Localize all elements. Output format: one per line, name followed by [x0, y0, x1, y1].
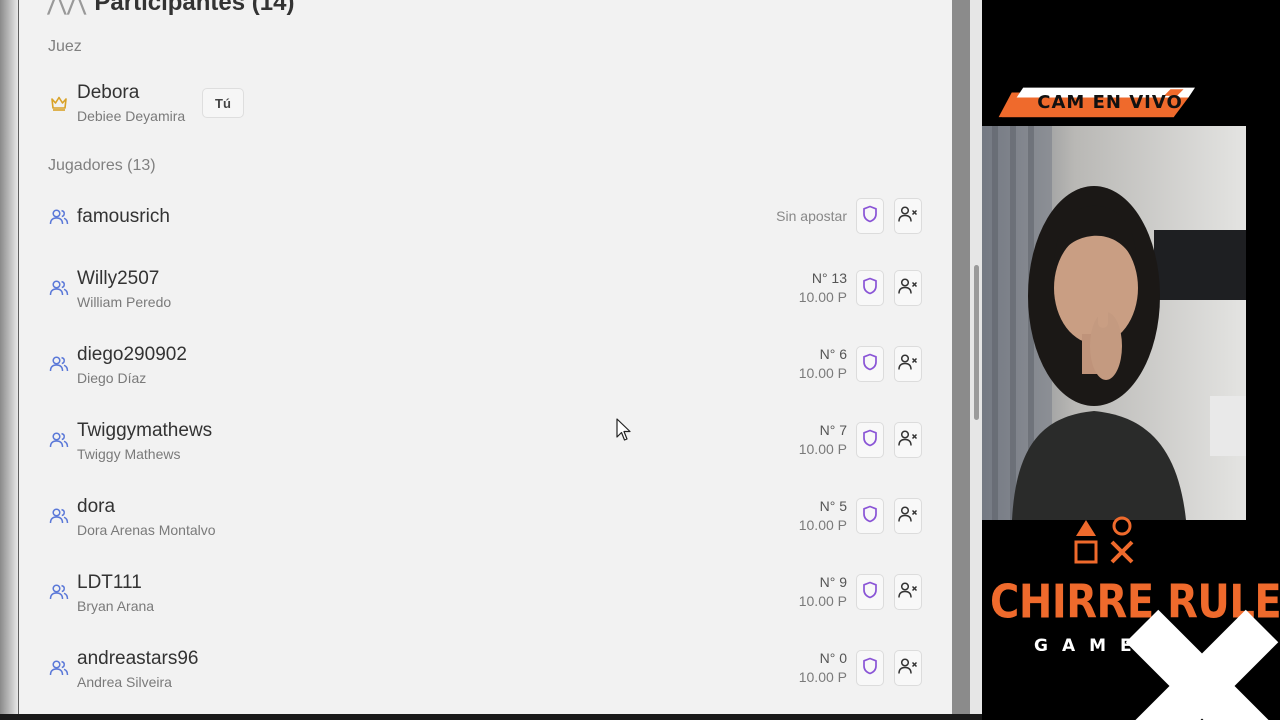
bet-number: N° 13 — [811, 270, 847, 286]
player-fullname: Andrea Silveira — [77, 674, 172, 690]
participants-icon: ⋀⋀ — [47, 0, 87, 16]
user-group-icon — [49, 582, 69, 602]
panel-title: ⋀⋀ Participantes (14) — [47, 0, 294, 17]
page-margin-left — [0, 0, 18, 714]
player-username: LDT111 — [77, 572, 142, 593]
player-username: Twiggymathews — [77, 420, 213, 441]
player-fullname: Dora Arenas Montalvo — [77, 522, 216, 538]
remove-player-button[interactable] — [894, 498, 922, 534]
bet-amount: 10.00 P — [798, 441, 847, 457]
player-row: Willy2507 William Peredo N° 13 10.00 P — [19, 256, 952, 320]
shield-icon — [862, 657, 878, 680]
bet-number: N° 9 — [819, 574, 847, 590]
stream-overlay: CAM EN VIVO CHIRRE RULE GAMES — [982, 0, 1280, 720]
panel-title-text: Participantes (14) — [94, 0, 295, 16]
user-group-icon — [49, 658, 69, 678]
player-row: LDT111 Bryan Arana N° 9 10.00 P — [19, 560, 952, 624]
user-remove-icon — [898, 581, 918, 604]
bet-amount: 10.00 P — [798, 365, 847, 381]
user-remove-icon — [898, 277, 918, 300]
judge-section-label: Juez — [48, 38, 82, 55]
user-remove-icon — [898, 205, 918, 228]
bet-amount: 10.00 P — [798, 517, 847, 533]
bet-number: N° 5 — [819, 498, 847, 514]
user-remove-icon — [898, 429, 918, 452]
remove-player-button[interactable] — [894, 574, 922, 610]
player-status: Sin apostar — [776, 208, 847, 224]
shield-icon — [862, 505, 878, 528]
player-row: diego290902 Diego Díaz N° 6 10.00 P — [19, 332, 952, 396]
assign-role-button[interactable] — [856, 498, 884, 534]
user-remove-icon — [898, 505, 918, 528]
player-row: famousrich Sin apostar — [19, 185, 952, 249]
judge-row: Debora Debiee Deyamira — [19, 76, 952, 140]
shield-icon — [862, 277, 878, 300]
player-fullname: Bryan Arana — [77, 598, 155, 614]
page-gutter — [952, 0, 970, 714]
bet-amount: 10.00 P — [798, 593, 847, 609]
assign-role-button[interactable] — [856, 198, 884, 234]
shield-icon — [862, 353, 878, 376]
player-username: Willy2507 — [77, 268, 160, 289]
assign-role-button[interactable] — [856, 574, 884, 610]
bet-amount: 10.00 P — [798, 669, 847, 685]
game-symbols-icon — [1074, 516, 1134, 564]
players-section-label: Jugadores (13) — [48, 157, 156, 174]
bet-number: N° 7 — [819, 422, 847, 438]
remove-player-button[interactable] — [894, 422, 922, 458]
x-graphic — [1125, 609, 1279, 720]
assign-role-button[interactable] — [856, 346, 884, 382]
shield-icon — [862, 429, 878, 452]
webcam-feed — [982, 126, 1246, 520]
remove-player-button[interactable] — [894, 270, 922, 306]
shield-icon — [862, 581, 878, 604]
crown-icon — [49, 93, 69, 113]
player-username: andreastars96 — [77, 648, 199, 669]
player-fullname: Diego Díaz — [77, 370, 147, 386]
user-group-icon — [49, 506, 69, 526]
player-fullname: Twiggy Mathews — [77, 446, 181, 462]
remove-player-button[interactable] — [894, 198, 922, 234]
shield-icon — [862, 205, 878, 228]
judge-fullname: Debiee Deyamira — [77, 108, 186, 124]
user-group-icon — [49, 278, 69, 298]
bet-number: N° 0 — [819, 650, 847, 666]
scrollbar-thumb[interactable] — [974, 265, 979, 420]
user-remove-icon — [898, 353, 918, 376]
player-row: Twiggymathews Twiggy Mathews N° 7 10.00 … — [19, 408, 952, 472]
player-username: dora — [77, 496, 116, 517]
bottom-edge — [0, 714, 982, 720]
remove-player-button[interactable] — [894, 650, 922, 686]
bet-amount: 10.00 P — [798, 289, 847, 305]
assign-role-button[interactable] — [856, 270, 884, 306]
assign-role-button[interactable] — [856, 650, 884, 686]
you-badge: Tú — [202, 88, 244, 118]
participants-panel: ⋀⋀ Participantes (14) Juez Debora Debiee … — [19, 0, 952, 714]
user-group-icon — [49, 207, 69, 227]
player-username: famousrich — [77, 206, 170, 227]
mouse-cursor-icon — [616, 418, 632, 447]
player-username: diego290902 — [77, 344, 187, 365]
cam-label: CAM EN VIVO — [1037, 92, 1183, 113]
user-remove-icon — [898, 657, 918, 680]
player-row: dora Dora Arenas Montalvo N° 5 10.00 P — [19, 484, 952, 548]
user-group-icon — [49, 430, 69, 450]
judge-username: Debora — [77, 82, 140, 103]
player-row: andreastars96 Andrea Silveira N° 0 10.00… — [19, 636, 952, 700]
user-group-icon — [49, 354, 69, 374]
player-fullname: William Peredo — [77, 294, 172, 310]
assign-role-button[interactable] — [856, 422, 884, 458]
bet-number: N° 6 — [819, 346, 847, 362]
browser-area: ⋀⋀ Participantes (14) Juez Debora Debiee … — [0, 0, 982, 720]
remove-player-button[interactable] — [894, 346, 922, 382]
